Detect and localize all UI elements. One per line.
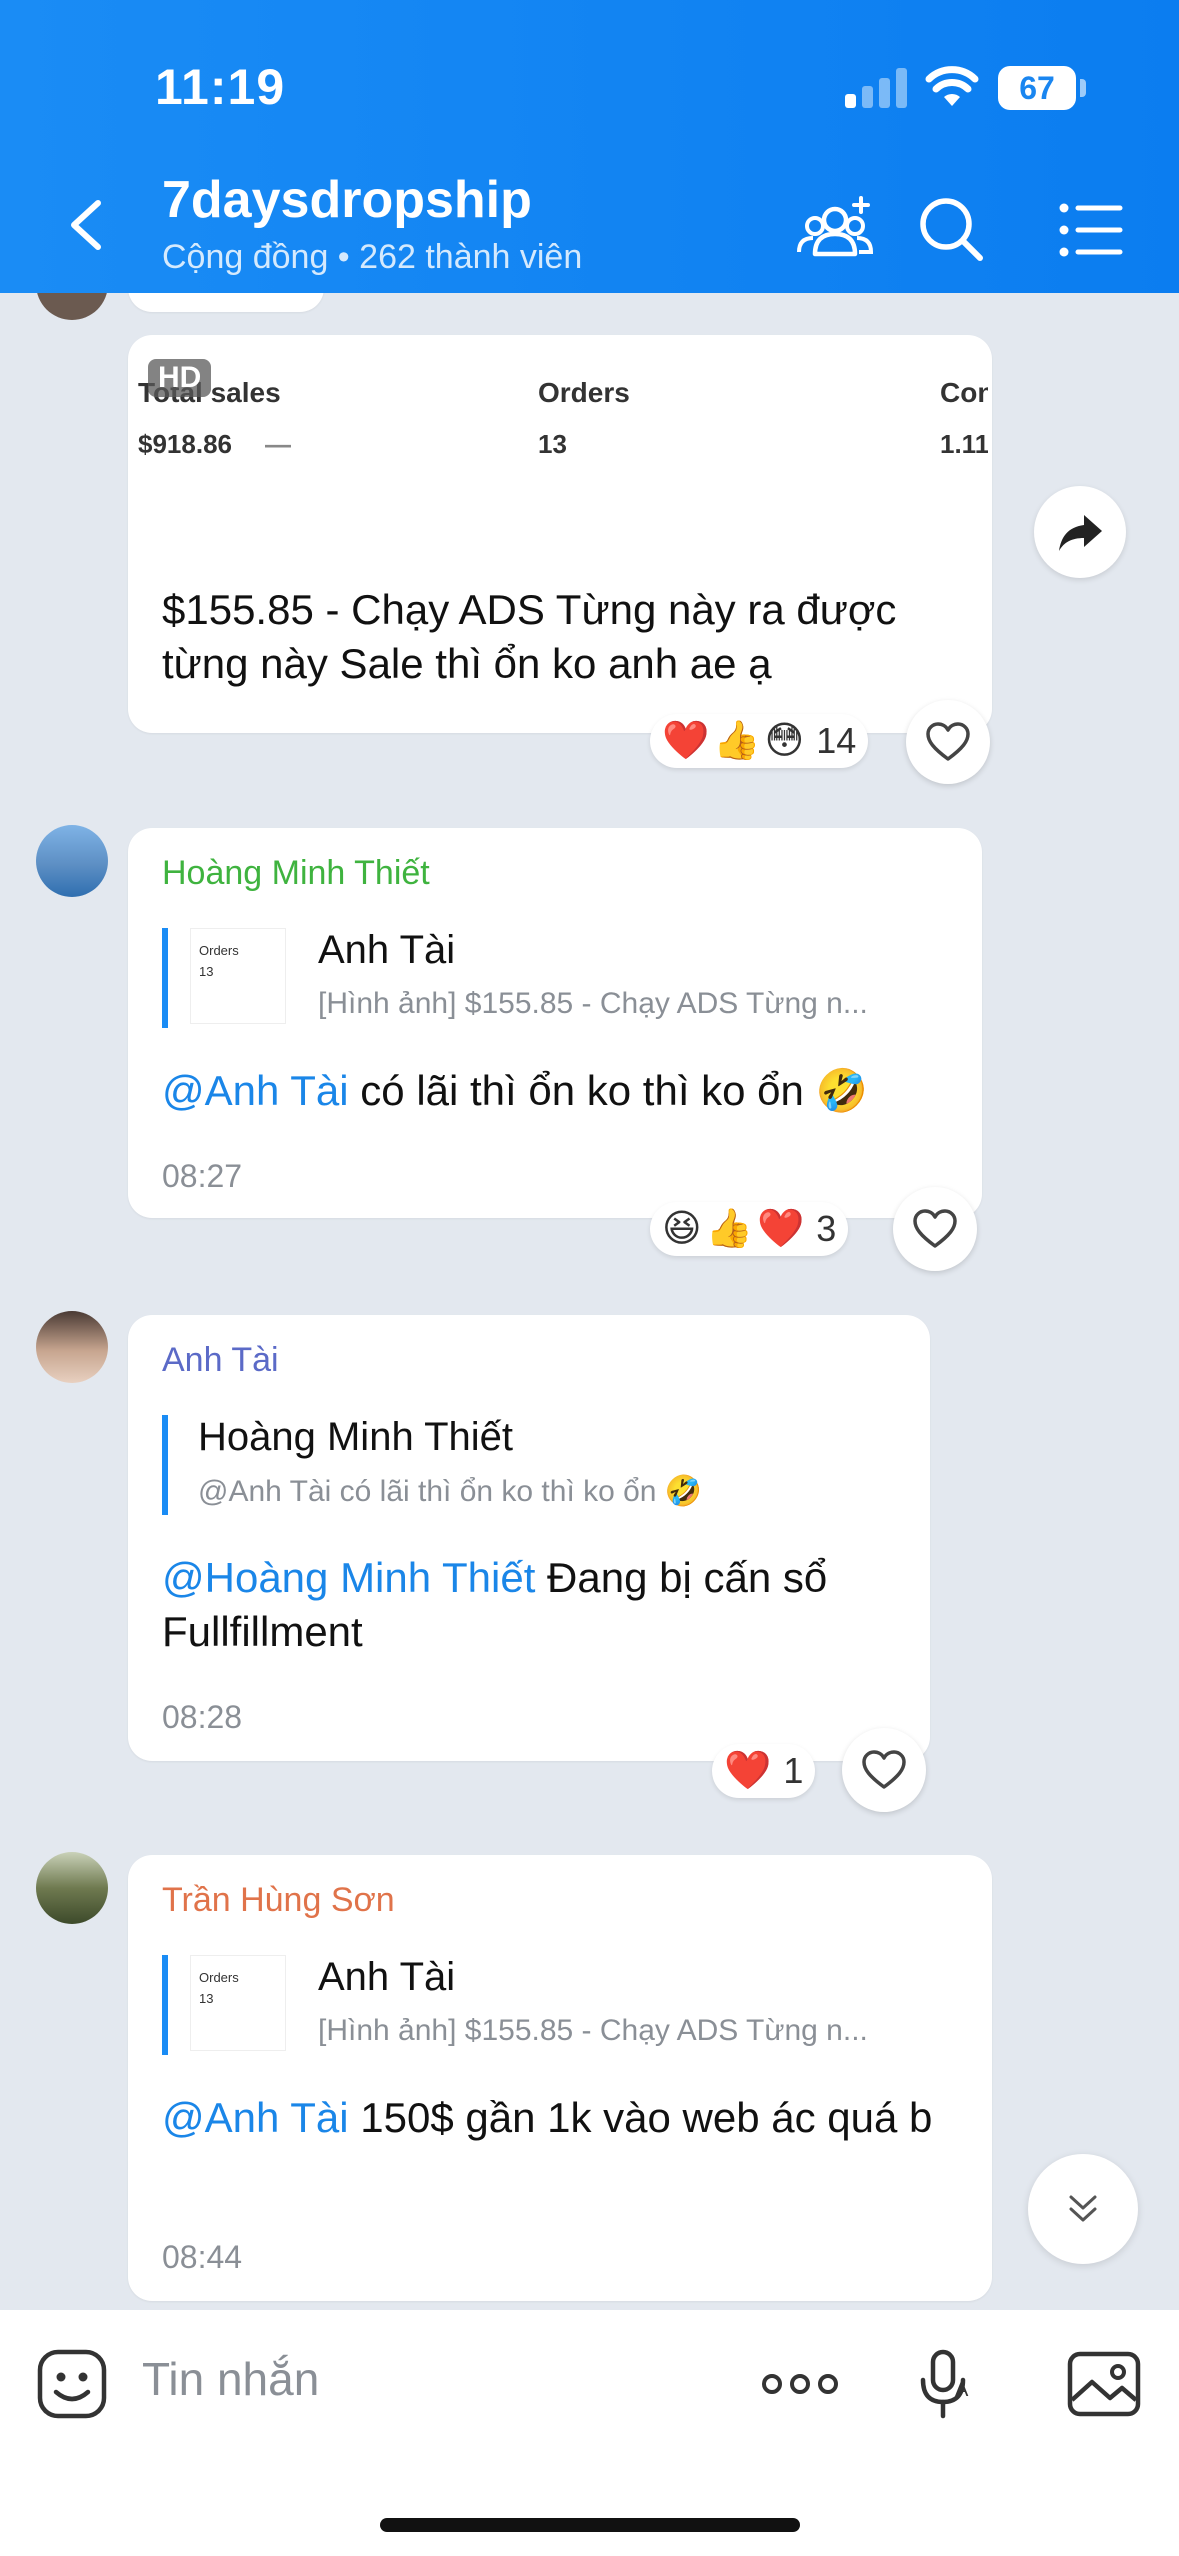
stat-label: Orders — [538, 377, 630, 408]
sender-name[interactable]: Anh Tài — [162, 1341, 279, 1380]
add-member-icon[interactable] — [795, 190, 875, 270]
scroll-to-bottom-button[interactable] — [1028, 2154, 1138, 2264]
message-text: $155.85 - Chạy ADS Từng này ra được từng… — [162, 586, 897, 687]
heart-icon — [913, 1209, 957, 1248]
heart-icon — [926, 722, 970, 761]
quote-author: Hoàng Minh Thiết — [198, 1415, 513, 1459]
hd-badge: HD — [148, 359, 212, 397]
heart-icon — [862, 1750, 906, 1789]
thumb-value: 13 — [199, 964, 214, 979]
battery-indicator: 67 — [998, 66, 1076, 110]
stat-value: $918.86 — [138, 429, 232, 459]
like-button[interactable] — [893, 1187, 977, 1271]
quote-text: [Hình ảnh] $155.85 - Chạy ADS Từng n... — [318, 2014, 868, 2047]
battery-tip — [1080, 79, 1086, 97]
quote-author: Anh Tài — [318, 1955, 456, 1999]
message-time: 08:27 — [162, 1158, 243, 1194]
reaction-count: 3 — [816, 1208, 837, 1249]
message-bubble[interactable]: Trần Hùng Sơn Orders 13 Anh Tài [Hình ản… — [128, 1855, 992, 2301]
chat-header: 11:19 67 7daysdropship Cộng đồng • 262 t… — [0, 0, 1179, 293]
mention-link[interactable]: @Anh Tài — [162, 2094, 349, 2141]
quote-author: Anh Tài — [318, 928, 456, 972]
message-text: @Anh Tài có lãi thì ổn ko thì ko ổn 🤣 — [162, 1064, 962, 1118]
message-time: 08:44 — [162, 2239, 243, 2275]
share-button[interactable] — [1034, 486, 1126, 578]
mention-link[interactable]: @Anh Tài — [162, 1067, 349, 1114]
list-menu-icon[interactable] — [1050, 190, 1130, 270]
thumb-value: 13 — [199, 1991, 214, 2006]
sender-name[interactable]: Hoàng Minh Thiết — [162, 854, 430, 893]
message-body: 150$ gần 1k vào web ác quá b — [348, 2094, 933, 2141]
stat-label: Con — [940, 377, 988, 408]
message-text: @Hoàng Minh Thiết Đang bị cấn sổ Fullfil… — [162, 1551, 922, 1659]
avatar[interactable] — [36, 825, 108, 897]
share-forward-icon — [1059, 515, 1102, 551]
reaction-summary[interactable]: 😆 👍 ❤️ 3 — [650, 1202, 849, 1256]
message-text: @Anh Tài 150$ gần 1k vào web ác quá b — [162, 2091, 982, 2145]
mention-link[interactable]: @Hoàng Minh Thiết — [162, 1554, 535, 1601]
group-title[interactable]: 7daysdropship — [162, 170, 532, 230]
reaction-emoji: 👍 — [705, 1208, 753, 1250]
message-bubble[interactable]: Hoàng Minh Thiết Orders 13 Anh Tài [Hình… — [128, 828, 982, 1218]
quote-text: [Hình ảnh] $155.85 - Chạy ADS Từng n... — [318, 987, 868, 1020]
reaction-emoji: 😳 — [764, 720, 805, 762]
reaction-emoji: 😆 — [662, 1208, 702, 1250]
thumb-label: Orders — [199, 1970, 239, 1985]
stat-dash: — — [265, 429, 291, 459]
avatar[interactable] — [36, 1852, 108, 1924]
home-indicator — [380, 2518, 800, 2532]
avatar[interactable] — [36, 1311, 108, 1383]
reaction-emoji: ❤️ — [756, 1208, 805, 1250]
reaction-summary[interactable]: ❤️ 1 — [712, 1744, 816, 1798]
message-time: 08:28 — [162, 1699, 243, 1735]
sticker-smile-icon[interactable] — [32, 2344, 112, 2424]
reaction-emoji: ❤️ — [724, 1750, 772, 1792]
reaction-count: 1 — [783, 1750, 804, 1791]
mic-icon[interactable]: A — [905, 2344, 985, 2424]
quote-text: @Anh Tài có lãi thì ổn ko thì ko ổn 🤣 — [198, 1475, 703, 1508]
message-input-bar: Tin nhắn A — [0, 2310, 1179, 2556]
message-input[interactable]: Tin nhắn — [142, 2352, 319, 2406]
like-button[interactable] — [906, 700, 990, 784]
like-button[interactable] — [842, 1728, 926, 1812]
stat-value: 13 — [538, 429, 567, 459]
quote-thumbnail: Orders 13 — [190, 928, 286, 1024]
thumb-label: Orders — [199, 943, 239, 958]
status-time: 11:19 — [155, 59, 286, 115]
cellular-signal-icon — [845, 68, 907, 108]
quoted-message[interactable]: Hoàng Minh Thiết @Anh Tài có lãi thì ổn … — [162, 1415, 702, 1515]
chevron-left-icon[interactable] — [58, 195, 118, 255]
reaction-emoji: 👍 — [713, 720, 761, 762]
svg-text:A: A — [955, 2379, 969, 2401]
more-dots-icon[interactable] — [760, 2344, 840, 2424]
reaction-summary[interactable]: ❤️ 👍 😳 14 — [650, 714, 869, 768]
stat-value: 1.11% — [940, 429, 988, 459]
image-icon[interactable] — [1064, 2344, 1144, 2424]
message-bubble[interactable]: Anh Tài Hoàng Minh Thiết @Anh Tài có lãi… — [128, 1315, 930, 1761]
sender-name[interactable]: Trần Hùng Sơn — [162, 1881, 395, 1920]
quoted-message[interactable]: Orders 13 Anh Tài [Hình ảnh] $155.85 - C… — [162, 1955, 868, 2055]
quoted-message[interactable]: Orders 13 Anh Tài [Hình ảnh] $155.85 - C… — [162, 928, 868, 1028]
group-subtitle[interactable]: Cộng đồng • 262 thành viên — [162, 238, 582, 277]
search-icon[interactable] — [912, 190, 992, 270]
image-message-bubble[interactable]: Total sales $918.86 — Orders 13 Con 1.11… — [128, 335, 992, 733]
wifi-icon — [925, 66, 979, 106]
sales-screenshot-image[interactable]: Total sales $918.86 — Orders 13 Con 1.11… — [130, 337, 988, 537]
reaction-count: 14 — [816, 720, 857, 761]
double-chevron-down-icon — [1069, 2195, 1097, 2222]
message-body: có lãi thì ổn ko thì ko ổn 🤣 — [348, 1067, 868, 1114]
quote-thumbnail: Orders 13 — [190, 1955, 286, 2051]
reaction-emoji: ❤️ — [662, 720, 710, 762]
